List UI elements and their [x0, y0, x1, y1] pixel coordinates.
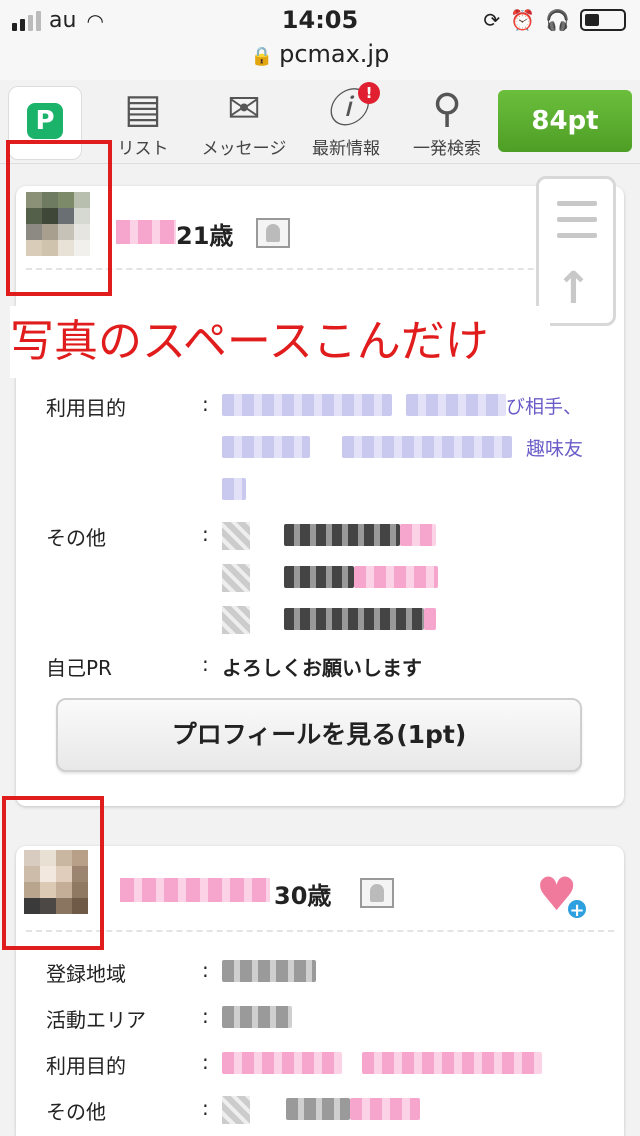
blurred-nickname	[116, 220, 176, 244]
blurred-text	[342, 436, 512, 458]
nav-search-label: 一発検索	[413, 139, 481, 159]
area-label: 活動エリア	[46, 1008, 146, 1032]
colon: :	[202, 958, 209, 982]
blurred-text	[284, 608, 424, 630]
url-text: pcmax.jp	[279, 40, 390, 68]
colon: :	[202, 1096, 209, 1120]
blurred-text	[354, 566, 438, 588]
region-label: 登録地域	[46, 962, 126, 986]
nav-list-label: リスト	[117, 139, 169, 159]
nav-message-label: メッセージ	[201, 139, 287, 159]
floating-menu: ↑	[536, 176, 616, 326]
nav-news-label: 最新情報	[312, 139, 380, 159]
profile-card: 30歳 ♥ + 登録地域 : 活動エリア : 利用目的 : その他 :	[16, 846, 624, 1136]
blurred-text	[406, 394, 506, 416]
pr-text: よろしくお願いします	[222, 656, 422, 680]
purpose-label: 利用目的	[46, 396, 126, 420]
blurred-text	[284, 524, 400, 546]
colon: :	[202, 1004, 209, 1028]
other-label: その他	[46, 1100, 106, 1124]
mail-icon: ✉	[227, 86, 261, 132]
blurred-text	[284, 566, 354, 588]
status-icon	[222, 606, 250, 634]
lock-icon: 🔒	[250, 46, 274, 67]
logo-mark: P	[27, 103, 63, 139]
blurred-text	[222, 478, 246, 500]
blurred-text	[222, 960, 316, 982]
age: 30歳	[274, 882, 332, 910]
nav-search[interactable]: ⚲ 一発検索	[404, 84, 490, 159]
favorite-add-button[interactable]: ♥ +	[536, 871, 588, 921]
scroll-top-icon[interactable]: ↑	[555, 267, 592, 311]
status-icon	[222, 564, 250, 592]
blurred-text	[350, 1098, 420, 1120]
battery-icon	[580, 9, 626, 31]
view-profile-button[interactable]: プロフィールを見る(1pt)	[56, 698, 582, 772]
age: 21歳	[176, 222, 234, 250]
search-icon: ⚲	[432, 86, 462, 132]
status-bar: au ◠ 14:05 ⟳ ⏰ 🎧	[0, 0, 640, 40]
blurred-text	[222, 1052, 342, 1074]
points-button[interactable]: 84pt	[498, 90, 632, 152]
annotation-text: 写真のスペースこんだけ	[10, 306, 550, 378]
colon: :	[202, 652, 209, 676]
alarm-icon: ⏰	[510, 8, 536, 32]
colon: :	[202, 1050, 209, 1074]
blurred-nickname	[120, 878, 270, 902]
purpose-text: 趣味友	[526, 438, 584, 460]
nav-news[interactable]: ⓘ ! 最新情報	[306, 82, 386, 159]
photo-icon	[360, 878, 394, 908]
status-icon	[222, 1096, 250, 1124]
annotation-box	[2, 796, 104, 950]
colon: :	[202, 392, 209, 416]
pr-label: 自己PR	[46, 656, 112, 680]
rotation-lock-icon: ⟳	[483, 8, 501, 32]
blurred-text	[222, 394, 392, 416]
other-label: その他	[46, 526, 106, 550]
blurred-text	[222, 436, 310, 458]
purpose-label: 利用目的	[46, 1054, 126, 1078]
purpose-text: び相手、	[506, 396, 583, 418]
blurred-text	[424, 608, 436, 630]
photo-icon	[256, 218, 290, 248]
blurred-text	[362, 1052, 542, 1074]
notification-badge: !	[358, 82, 380, 104]
blurred-text	[286, 1098, 350, 1120]
annotation-box	[6, 140, 112, 296]
divider	[26, 268, 614, 270]
plus-icon: +	[566, 898, 588, 921]
divider	[26, 930, 614, 932]
colon: :	[202, 522, 209, 546]
headphones-icon: 🎧	[545, 8, 570, 32]
url-bar[interactable]: 🔒 pcmax.jp	[0, 40, 640, 80]
blurred-text	[400, 524, 436, 546]
status-icon	[222, 522, 250, 550]
blurred-text	[222, 1006, 292, 1028]
nav-message[interactable]: ✉ メッセージ	[194, 84, 294, 159]
status-icons: ⟳ ⏰ 🎧	[483, 8, 626, 32]
nav-list[interactable]: ▤ リスト	[108, 84, 178, 159]
list-icon: ▤	[124, 86, 162, 132]
